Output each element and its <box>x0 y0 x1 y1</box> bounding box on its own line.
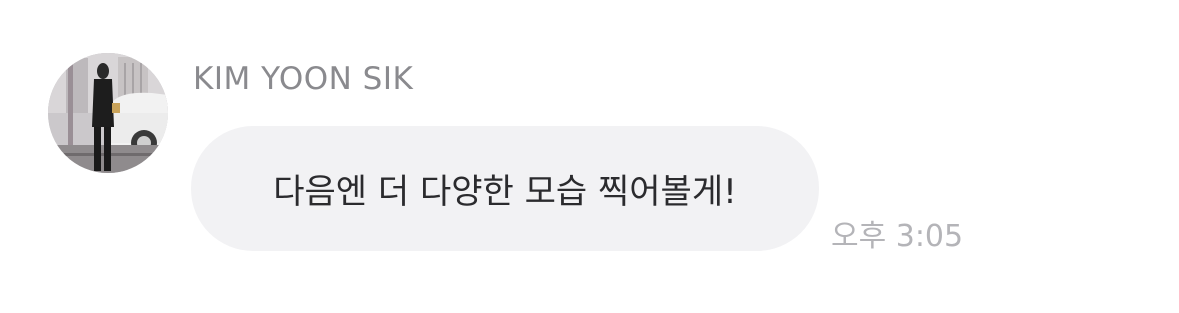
message-timestamp: 오후 3:05 <box>831 219 964 254</box>
message-text: 다음엔 더 다양한 모습 찍어볼게! <box>273 172 737 212</box>
avatar-photo <box>48 53 168 173</box>
chat-message-row: KIM YOON SIK 다음엔 더 다양한 모습 찍어볼게! 오후 3:05 <box>0 0 1179 313</box>
avatar[interactable] <box>48 53 168 173</box>
sender-name: KIM YOON SIK <box>193 61 414 97</box>
message-bubble[interactable]: 다음엔 더 다양한 모습 찍어볼게! <box>191 126 819 251</box>
